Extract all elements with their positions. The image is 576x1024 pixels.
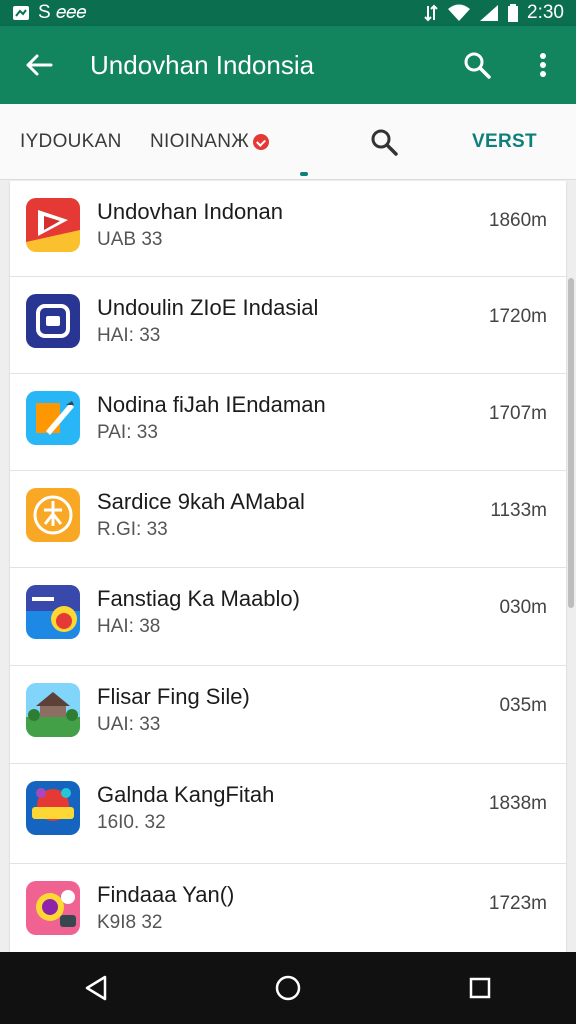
list-item[interactable]: Flisar Fing Sile) UAI: 33 035m: [10, 666, 566, 764]
status-bar: S 𝑒𝑒𝑒 2:30: [0, 0, 576, 26]
nav-home-button[interactable]: [248, 958, 328, 1018]
item-name: Galnda KangFitah: [97, 782, 275, 807]
item-name: Nodina fiJah IEndaman: [97, 392, 326, 417]
item-sub: K9I8 32: [97, 912, 163, 933]
tab-label: IYDOUKAN: [20, 131, 122, 152]
tab-indicator: [300, 172, 308, 176]
item-size: 1838m: [488, 793, 547, 814]
data-icon: [424, 4, 438, 22]
item-size: 1133m: [490, 500, 547, 521]
item-size: 1707m: [488, 403, 547, 424]
scrollbar[interactable]: [568, 278, 574, 608]
status-time: 2:30: [527, 2, 564, 23]
back-arrow-icon: [26, 54, 53, 76]
yellow-emblem-icon: [26, 488, 80, 542]
item-name: Fanstiag Ka Maablo): [97, 586, 300, 611]
nav-recents-icon: [469, 977, 491, 999]
landscape-house-icon: [26, 683, 80, 737]
list-item[interactable]: Nodina fiJah IEndaman PAI: 33 1707m: [10, 374, 566, 471]
list-item[interactable]: Fanstiag Ka Maablo) HAI: 38 030m: [10, 568, 566, 666]
list-item[interactable]: Galnda KangFitah 16I0. 32 1838m: [10, 764, 566, 864]
item-name: Flisar Fing Sile): [97, 684, 250, 709]
item-size: 035m: [499, 695, 547, 716]
tab-iydoukan[interactable]: IYDOUKAN: [20, 104, 122, 180]
more-options-button[interactable]: [510, 26, 576, 104]
item-name: Undoulin ZIoE Indasial: [97, 295, 319, 320]
app-bar: Undovhan Indonsia: [0, 26, 576, 104]
red-play-icon: [26, 198, 80, 252]
tab-bar: IYDOUKAN NIOINANЖ VERST: [0, 104, 576, 180]
list-item[interactable]: Sardice 9kah AMabal R.GI: 33 1133m: [10, 471, 566, 568]
item-sub: UAB 33: [97, 229, 163, 250]
search-icon: [371, 129, 398, 156]
tab-verst[interactable]: VERST: [472, 104, 537, 180]
status-right: 2:30: [423, 2, 564, 24]
battery-icon: [508, 4, 519, 22]
item-size: 030m: [499, 597, 547, 618]
colorful-game-icon: [26, 781, 80, 835]
item-size: 1723m: [488, 893, 547, 914]
search-icon: [464, 52, 491, 79]
heart-badge-icon: [253, 134, 270, 150]
nav-back-icon: [85, 975, 107, 1001]
navigation-bar: [0, 952, 576, 1024]
notification-icon: [13, 6, 29, 20]
item-sub: PAI: 33: [97, 422, 158, 443]
nav-recents-button[interactable]: [440, 958, 520, 1018]
more-vert-icon: [540, 53, 546, 77]
search-button[interactable]: [444, 26, 510, 104]
page-title: Undovhan Indonsia: [90, 49, 315, 80]
tab-label: NIOINANЖ: [150, 131, 250, 152]
list-item[interactable]: Undovhan Indonan UAB 33 1860m: [10, 181, 566, 277]
blue-square-icon: [26, 294, 80, 348]
item-sub: 16I0. 32: [97, 812, 166, 833]
list-item[interactable]: Undoulin ZIoE Indasial HAI: 33 1720m: [10, 277, 566, 374]
status-left: S 𝑒𝑒𝑒: [12, 2, 86, 24]
item-size: 1720m: [488, 306, 547, 327]
item-sub: R.GI: 33: [97, 519, 168, 540]
item-sub: HAI: 38: [97, 616, 161, 637]
tab-label: VERST: [472, 131, 537, 152]
item-name: Undovhan Indonan: [97, 199, 283, 224]
paint-brush-icon: [26, 391, 80, 445]
item-name: Findaaa Yan(): [97, 882, 235, 907]
nav-back-button[interactable]: [56, 958, 136, 1018]
tab-nioinan[interactable]: NIOINANЖ: [150, 104, 270, 180]
item-name: Sardice 9kah AMabal: [97, 489, 305, 514]
app-list: Undovhan Indonan UAB 33 1860m Undoulin Z…: [10, 181, 566, 952]
status-left-text: S 𝑒𝑒𝑒: [38, 2, 87, 23]
list-item[interactable]: Findaaa Yan() K9I8 32 1723m: [10, 864, 566, 952]
item-sub: HAI: 33: [97, 325, 161, 346]
game-badge-icon: [26, 585, 80, 639]
signal-icon: [480, 5, 499, 21]
pink-game-icon: [26, 881, 80, 935]
wifi-icon: [448, 4, 471, 21]
nav-home-icon: [275, 975, 301, 1001]
item-sub: UAI: 33: [97, 714, 161, 735]
tab-search[interactable]: [370, 104, 398, 180]
back-button[interactable]: [0, 26, 78, 104]
item-size: 1860m: [488, 210, 547, 231]
